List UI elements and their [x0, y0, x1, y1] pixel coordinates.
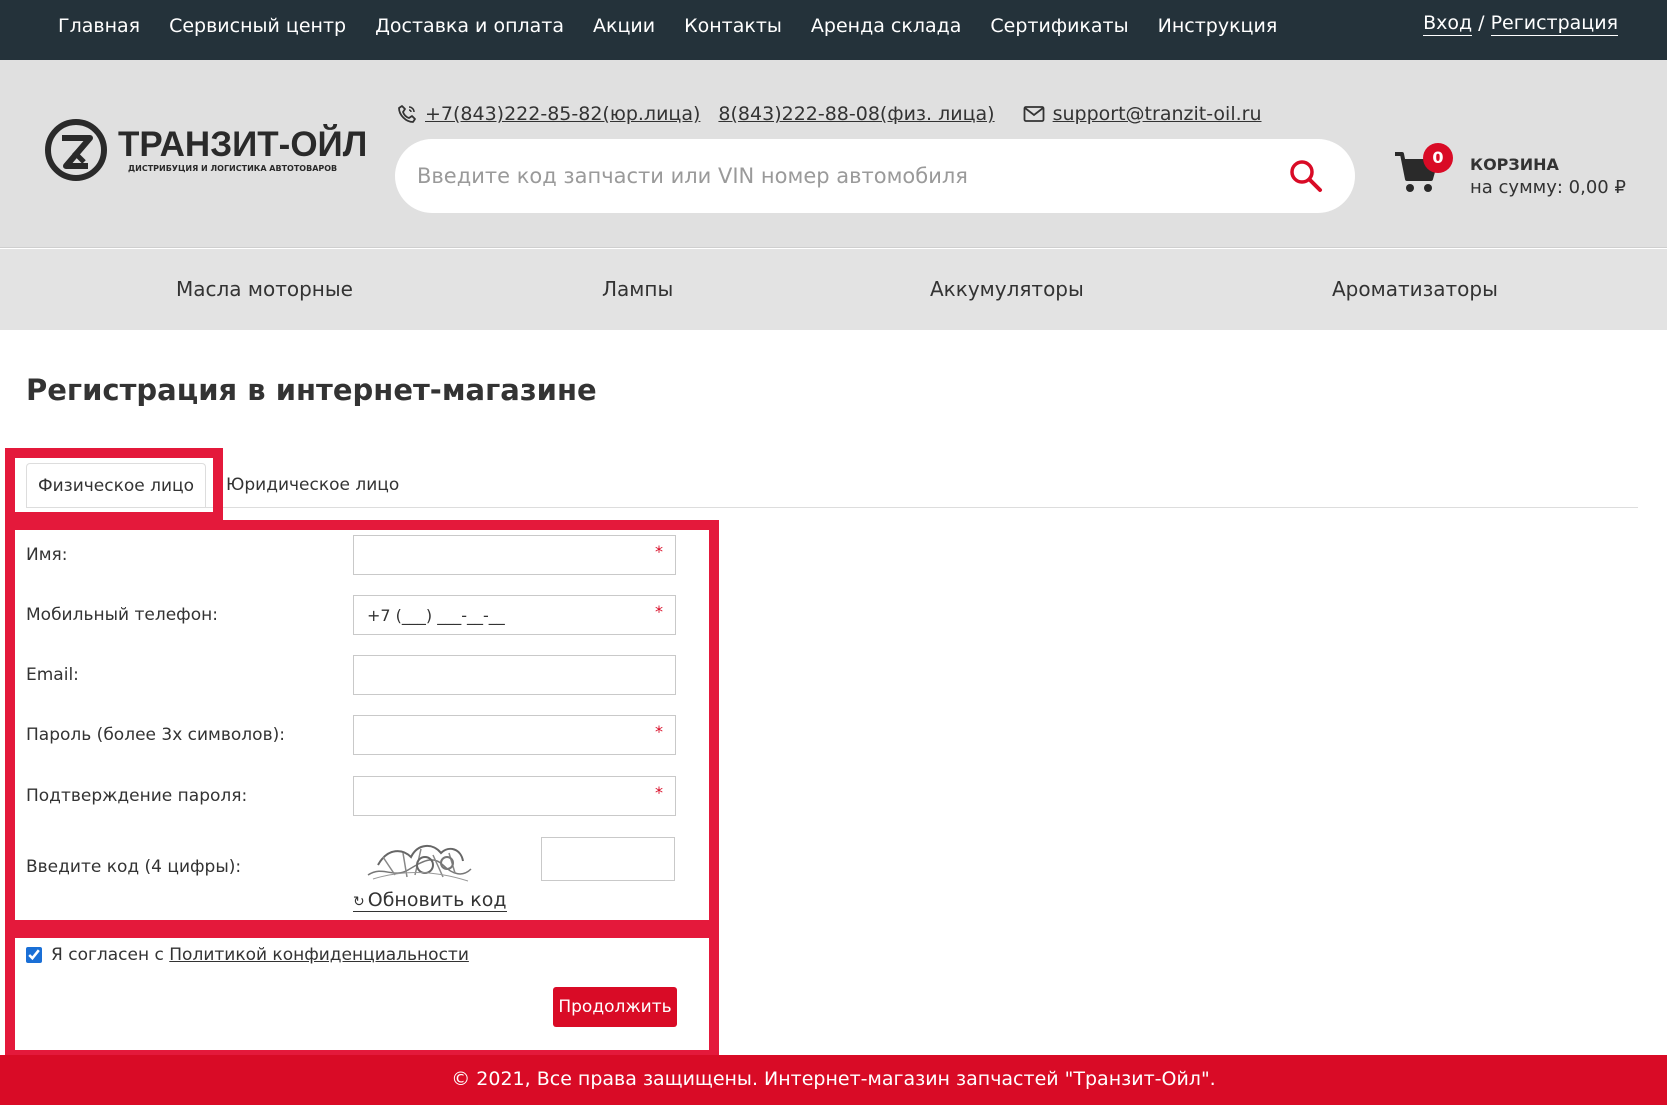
privacy-policy-link[interactable]: Политикой конфиденциальности	[169, 945, 469, 965]
nav-link-delivery[interactable]: Доставка и оплата	[375, 15, 564, 37]
required-mark: *	[655, 783, 663, 802]
email-contact: support@tranzit-oil.ru	[1023, 103, 1262, 125]
nav-link-service-center[interactable]: Сервисный центр	[169, 15, 346, 37]
agree-text: Я согласен с	[51, 945, 170, 965]
cart-title: КОРЗИНА	[1470, 155, 1559, 174]
phone-field[interactable]	[354, 596, 675, 634]
nav-link-contacts[interactable]: Контакты	[684, 15, 782, 37]
form-row-name: Имя: *	[26, 535, 676, 575]
captcha-label: Введите код (4 цифры):	[26, 857, 242, 877]
form-row-phone: Мобильный телефон: *	[26, 595, 676, 635]
required-mark: *	[655, 602, 663, 621]
search-icon[interactable]	[1289, 159, 1323, 193]
email-label: Email:	[26, 665, 79, 685]
email-field-box	[353, 655, 676, 695]
tab-legal-entity[interactable]: Юридическое лицо	[226, 463, 399, 508]
nav-link-instructions[interactable]: Инструкция	[1158, 15, 1278, 37]
logo-name: ТРАНЗИТ-ОЙЛ	[118, 124, 368, 164]
password-confirm-field-box: *	[353, 776, 676, 816]
nav-link-warehouse-rent[interactable]: Аренда склада	[811, 15, 961, 37]
nav-link-promotions[interactable]: Акции	[593, 15, 655, 37]
cart-sum: на сумму: 0,00 ₽	[1470, 177, 1626, 198]
phone-label: Мобильный телефон:	[26, 605, 218, 625]
logo-tagline: ДИСТРИБУЦИЯ И ЛОГИСТИКА АВТОТОВАРОВ	[128, 163, 338, 173]
refresh-captcha-link[interactable]: ↻ Обновить код	[353, 889, 507, 912]
cart-count-badge: 0	[1423, 143, 1453, 173]
top-navigation: Главная Сервисный центр Доставка и оплат…	[58, 0, 1306, 52]
refresh-captcha-label: Обновить код	[367, 889, 507, 911]
footer: © 2021, Все права защищены. Интернет-маг…	[0, 1055, 1667, 1105]
phones: +7(843)222-85-82(юр.лица) 8(843)222-88-0…	[397, 103, 995, 125]
category-bar: Масла моторные Лампы Аккумуляторы Аромат…	[0, 249, 1667, 330]
category-batteries[interactable]: Аккумуляторы	[930, 277, 1084, 301]
nav-link-home[interactable]: Главная	[58, 15, 140, 37]
logo-text: ТРАНЗИТ-ОЙЛ ДИСТРИБУЦИЯ И ЛОГИСТИКА АВТО…	[118, 124, 368, 173]
agreement-row: Я согласен с Политикой конфиденциальност…	[26, 945, 469, 965]
captcha-field-box	[541, 837, 675, 881]
logo-emblem-icon	[45, 119, 107, 181]
category-lamps[interactable]: Лампы	[602, 277, 673, 301]
password-confirm-label: Подтверждение пароля:	[26, 786, 248, 806]
captcha-image	[367, 845, 472, 882]
required-mark: *	[655, 542, 663, 561]
form-row-password-confirm: Подтверждение пароля: *	[26, 776, 676, 816]
agree-checkbox[interactable]	[26, 947, 42, 963]
password-label: Пароль (более 3х символов):	[26, 725, 285, 745]
auth-links: Вход / Регистрация	[1423, 12, 1618, 36]
mail-icon	[1023, 106, 1045, 122]
required-mark: *	[655, 722, 663, 741]
top-bar: Главная Сервисный центр Доставка и оплат…	[0, 0, 1667, 60]
password-field[interactable]	[354, 716, 675, 754]
form-row-password: Пароль (более 3х символов): *	[26, 715, 676, 755]
phone-field-box: *	[353, 595, 676, 635]
phone-legal-link[interactable]: +7(843)222-85-82(юр.лица)	[425, 103, 700, 125]
login-link[interactable]: Вход	[1423, 12, 1473, 36]
password-confirm-field[interactable]	[354, 777, 675, 815]
name-field[interactable]	[354, 536, 675, 574]
search-bar	[395, 139, 1355, 213]
site-header: ТРАНЗИТ-ОЙЛ ДИСТРИБУЦИЯ И ЛОГИСТИКА АВТО…	[0, 60, 1667, 248]
form-row-email: Email:	[26, 655, 676, 695]
email-field[interactable]	[354, 656, 675, 694]
cart-widget[interactable]: 0 КОРЗИНА на сумму: 0,00 ₽	[1393, 143, 1626, 207]
phone-icon	[398, 105, 416, 123]
page-title: Регистрация в интернет-магазине	[26, 373, 597, 407]
password-field-box: *	[353, 715, 676, 755]
name-field-box: *	[353, 535, 676, 575]
continue-button[interactable]: Продолжить	[553, 987, 677, 1027]
auth-separator: /	[1472, 12, 1491, 34]
register-link[interactable]: Регистрация	[1490, 12, 1618, 36]
category-air-fresheners[interactable]: Ароматизаторы	[1332, 277, 1498, 301]
email-link[interactable]: support@tranzit-oil.ru	[1053, 103, 1262, 125]
nav-link-certificates[interactable]: Сертификаты	[990, 15, 1128, 37]
logo[interactable]: ТРАНЗИТ-ОЙЛ ДИСТРИБУЦИЯ И ЛОГИСТИКА АВТО…	[44, 118, 367, 182]
refresh-icon: ↻	[353, 894, 365, 910]
tabs-divider	[26, 507, 1638, 508]
category-motor-oils[interactable]: Масла моторные	[176, 277, 353, 301]
phone-private-link[interactable]: 8(843)222-88-08(физ. лица)	[718, 103, 994, 125]
header-contacts: +7(843)222-85-82(юр.лица) 8(843)222-88-0…	[397, 103, 1262, 125]
tab-individual[interactable]: Физическое лицо	[26, 463, 206, 508]
captcha-input[interactable]	[542, 838, 674, 880]
name-label: Имя:	[26, 545, 68, 565]
search-input[interactable]	[417, 139, 1257, 213]
